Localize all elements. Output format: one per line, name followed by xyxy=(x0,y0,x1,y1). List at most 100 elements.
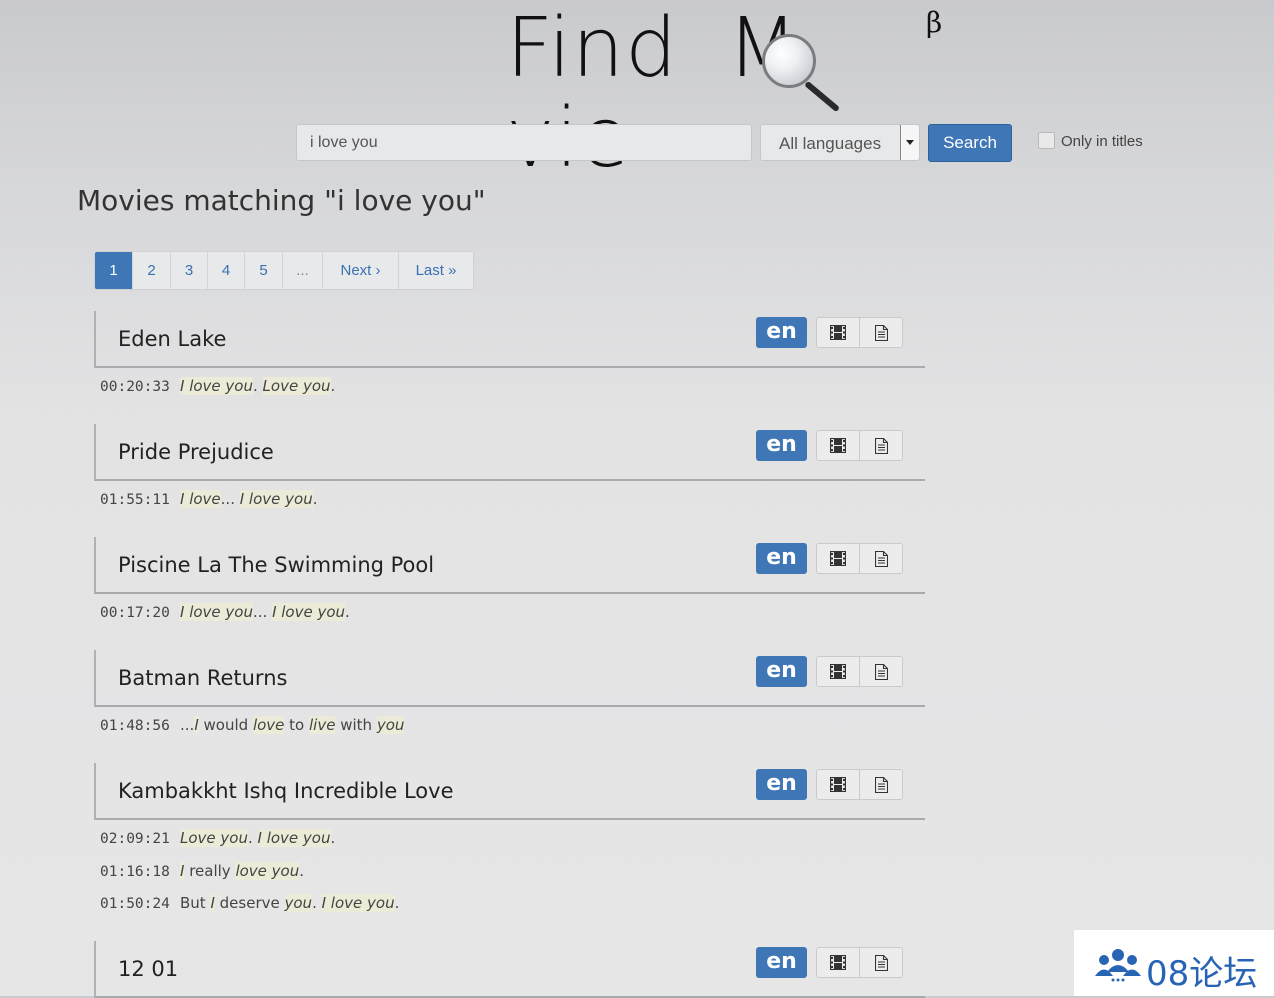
timestamp: 00:17:20 xyxy=(100,605,170,621)
chevron-down-icon[interactable] xyxy=(900,125,919,160)
result-header: Batman Returns en xyxy=(94,650,925,707)
result-header: Pride Prejudice en xyxy=(94,424,925,481)
subtitle-text: But I deserve you. I love you. xyxy=(180,894,399,912)
text-fragment: . xyxy=(312,894,322,912)
film-icon[interactable] xyxy=(817,544,860,573)
match-highlight: Love you xyxy=(180,829,248,847)
match-highlight: I love you xyxy=(239,490,313,508)
page-link[interactable]: 3 xyxy=(171,252,208,289)
page-link[interactable]: 5 xyxy=(245,252,283,289)
film-icon[interactable] xyxy=(817,431,860,460)
text-fragment: . xyxy=(252,377,263,395)
timestamp: 00:20:33 xyxy=(100,379,170,395)
text-fragment: . xyxy=(345,603,350,621)
match-highlight: I love xyxy=(180,490,221,508)
language-select[interactable]: All languages xyxy=(760,124,920,161)
film-icon[interactable] xyxy=(817,948,860,977)
text-fragment: ... xyxy=(220,490,240,508)
match-highlight: love you xyxy=(235,861,300,880)
match-highlight: you xyxy=(284,894,313,912)
subtitle-text: Love you. I love you. xyxy=(180,829,335,847)
users-icon xyxy=(1095,949,1141,982)
subtitle-lines: 02:09:21 Love you. I love you. 01:16:18 I r… xyxy=(100,829,399,927)
language-select-value: All languages xyxy=(779,134,882,153)
text-fragment: deserve xyxy=(214,894,285,912)
logo-text-find: Find xyxy=(506,1,679,96)
film-icon[interactable] xyxy=(817,657,860,686)
subtitle-text: I really love you. xyxy=(180,861,305,880)
text-fragment: to xyxy=(284,716,309,734)
beta-badge: β xyxy=(926,6,943,39)
result-header: Eden Lake en xyxy=(94,311,925,368)
film-icon[interactable] xyxy=(817,770,860,799)
document-icon[interactable] xyxy=(860,657,902,686)
document-icon[interactable] xyxy=(860,544,902,573)
text-fragment: . xyxy=(312,490,318,508)
subtitle-line[interactable]: 01:55:11 I love... I love you. xyxy=(100,490,318,523)
movie-title-link[interactable]: Piscine La The Swimming Pool xyxy=(118,553,434,577)
page-link[interactable]: 2 xyxy=(133,252,171,289)
text-fragment: . xyxy=(394,894,400,912)
document-icon[interactable] xyxy=(860,431,902,460)
page-link[interactable]: Next › xyxy=(323,252,399,289)
movie-title-link[interactable]: 12 01 xyxy=(118,957,178,981)
watermark-text: 08论坛 xyxy=(1146,954,1258,994)
only-titles-checkbox[interactable] xyxy=(1038,132,1055,149)
text-fragment: . xyxy=(330,377,336,395)
timestamp: 01:50:24 xyxy=(100,896,170,912)
film-icon[interactable] xyxy=(817,318,860,347)
subtitle-line[interactable]: 01:16:18 I really love you. xyxy=(100,861,399,895)
language-badge[interactable]: en xyxy=(756,317,807,348)
language-badge[interactable]: en xyxy=(756,947,807,978)
movie-title-link[interactable]: Eden Lake xyxy=(118,327,226,351)
language-badge[interactable]: en xyxy=(756,656,807,687)
match-highlight: I love you xyxy=(180,377,253,395)
magnifier-icon xyxy=(762,34,816,88)
subtitle-line[interactable]: 02:09:21 Love you. I love you. xyxy=(100,829,399,862)
language-badge[interactable]: en xyxy=(756,543,807,574)
document-icon[interactable] xyxy=(860,948,902,977)
search-input[interactable] xyxy=(296,124,752,161)
document-icon[interactable] xyxy=(860,318,902,347)
match-highlight: I love you xyxy=(257,829,331,847)
subtitle-text: I love you. Love you. xyxy=(180,377,335,395)
page-link[interactable]: Last » xyxy=(399,252,473,289)
movie-title-link[interactable]: Kambakkht Ishq Incredible Love xyxy=(118,779,454,803)
document-icon[interactable] xyxy=(860,770,902,799)
movie-title-link[interactable]: Pride Prejudice xyxy=(118,440,274,464)
timestamp: 01:55:11 xyxy=(100,492,170,508)
language-badge[interactable]: en xyxy=(756,769,807,800)
subtitle-lines: 00:20:33 I love you. Love you. xyxy=(100,377,335,410)
text-fragment: would xyxy=(198,716,253,734)
subtitle-text: I love you... I love you. xyxy=(180,603,350,621)
only-titles-label[interactable]: Only in titles xyxy=(1061,133,1143,150)
subtitle-line[interactable]: 01:50:24 But I deserve you. I love you. xyxy=(100,894,399,927)
site-logo[interactable]: Find Mvie β xyxy=(506,1,956,184)
page-link[interactable]: ... xyxy=(283,252,323,289)
subtitle-line[interactable]: 00:20:33 I love you. Love you. xyxy=(100,377,335,410)
watermark: 08论坛 xyxy=(1074,930,1274,996)
page-link[interactable]: 1 xyxy=(95,252,133,289)
subtitle-line[interactable]: 01:48:56 ...I would love to live with you xyxy=(100,716,405,749)
movie-title-link[interactable]: Batman Returns xyxy=(118,666,287,690)
result-actions xyxy=(816,656,903,687)
subtitle-lines: 01:48:56 ...I would love to live with you xyxy=(100,716,405,749)
subtitle-line[interactable]: 00:17:20 I love you... I love you. xyxy=(100,603,350,636)
match-highlight: live xyxy=(309,716,336,734)
language-badge[interactable]: en xyxy=(756,430,807,461)
page-title: Movies matching "i love you" xyxy=(77,184,486,217)
result-actions xyxy=(816,317,903,348)
text-fragment: But xyxy=(180,894,211,912)
text-fragment: ... xyxy=(180,716,195,734)
text-fragment: . xyxy=(330,829,336,847)
text-fragment: . xyxy=(299,861,305,880)
result-actions xyxy=(816,769,903,800)
page-link[interactable]: 4 xyxy=(208,252,245,289)
result-actions xyxy=(816,430,903,461)
result-actions xyxy=(816,947,903,978)
subtitle-text: ...I would love to live with you xyxy=(180,716,405,734)
search-button[interactable]: Search xyxy=(928,124,1012,162)
match-highlight: love xyxy=(252,716,285,734)
timestamp: 01:48:56 xyxy=(100,718,170,734)
match-highlight: I love you xyxy=(180,603,253,621)
